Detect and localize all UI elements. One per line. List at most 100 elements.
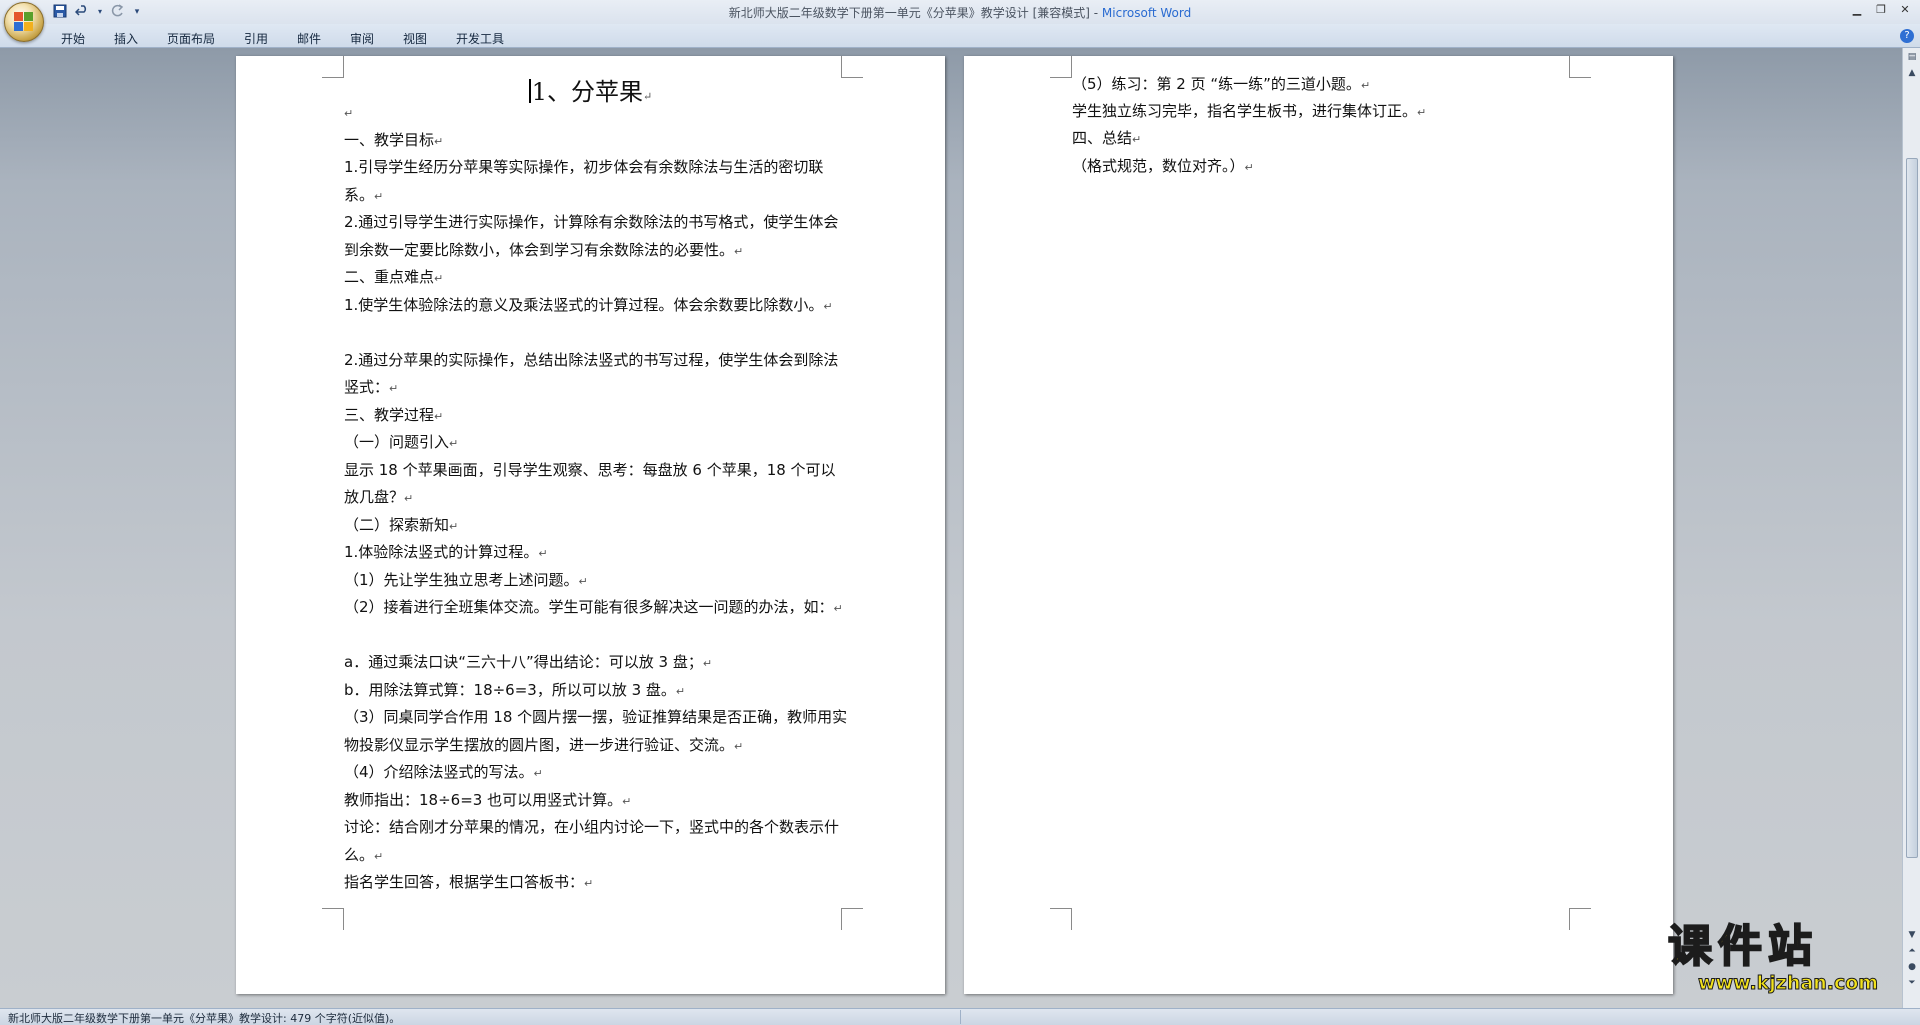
tab-page-layout[interactable]: 页面布局 — [167, 30, 215, 47]
document-paragraph[interactable]: （5）练习：第 2 页 “练一练”的三道小题。↵ — [1072, 71, 1577, 100]
paragraph-mark: ↵ — [734, 244, 744, 258]
document-paragraph[interactable]: 讨论：结合刚才分苹果的情况，在小组内讨论一下，竖式中的各个数表示什么。↵ — [344, 814, 849, 870]
paragraph-text: 学生独立练习完毕，指名学生板书，进行集体订正。 — [1072, 102, 1418, 121]
tab-mailings[interactable]: 邮件 — [297, 30, 321, 47]
document-paragraph[interactable]: 1.引导学生经历分苹果等实际操作，初步体会有余数除法与生活的密切联系。↵ — [344, 154, 849, 210]
paragraph-mark: ↵ — [702, 657, 713, 670]
vertical-scrollbar[interactable]: ▤ ▲ ▼ ⏶ ● ⏷ — [1902, 48, 1920, 1008]
paragraph-mark: ↵ — [434, 409, 444, 423]
document-page-2[interactable]: （5）练习：第 2 页 “练一练”的三道小题。↵ 学生独立练习完毕，指名学生板书，… — [964, 56, 1673, 994]
document-paragraph[interactable]: 学生独立练习完毕，指名学生板书，进行集体订正。↵ — [1072, 98, 1577, 127]
document-paragraph[interactable]: （3）同桌同学合作用 18 个圆片摆一摆，验证推算结果是否正确，教师用实物投影仪… — [344, 704, 849, 760]
document-paragraph[interactable]: 指名学生回答，根据学生口答板书：↵ — [344, 869, 849, 898]
document-paragraph[interactable]: 2.通过引导学生进行实际操作，计算除有余数除法的书写格式，使学生体会到余数一定要… — [344, 209, 849, 265]
status-text: 新北师大版二年级数学下册第一单元《分苹果》教学设计: 479 个字符(近似值)。 — [8, 1012, 401, 1025]
paragraph-mark: ↵ — [622, 794, 632, 808]
tab-home[interactable]: 开始 — [61, 30, 85, 47]
document-paragraph[interactable]: 1.体验除法竖式的计算过程。↵ — [344, 539, 849, 568]
office-logo-icon — [14, 12, 34, 32]
tab-review[interactable]: 审阅 — [350, 30, 374, 47]
margin-corner-mark — [841, 908, 863, 930]
document-paragraph[interactable]: a．通过乘法口诀“三六十八”得出结论：可以放 3 盘；↵ — [344, 649, 849, 678]
document-paragraph[interactable]: 三、教学过程↵ — [344, 402, 849, 431]
paragraph-text: （4）介绍除法竖式的写法。 — [344, 763, 534, 781]
document-paragraph[interactable]: （格式规范，数位对齐。）↵ — [1072, 153, 1577, 182]
paragraph-text: 教师指出：18÷6=3 也可以用竖式计算。 — [344, 790, 623, 809]
paragraph-text: 指名学生回答，根据学生口答板书： — [344, 873, 585, 891]
watermark-url: www.kjzhan.com — [1697, 972, 1879, 995]
status-bar: 新北师大版二年级数学下册第一单元《分苹果》教学设计: 479 个字符(近似值)。 — [0, 1008, 1920, 1025]
paragraph-mark: ↵ — [344, 107, 354, 120]
paragraph-text: 2.通过分苹果的实际操作，总结出除法竖式的书写过程，使学生体会到除法竖式： — [344, 350, 839, 397]
app-name: Microsoft Word — [1101, 6, 1192, 20]
document-paragraph[interactable]: 教师指出：18÷6=3 也可以用竖式计算。↵ — [344, 787, 849, 816]
document-paragraph[interactable]: ↵ — [344, 99, 849, 128]
paragraph-mark: ↵ — [533, 767, 543, 780]
tab-developer[interactable]: 开发工具 — [456, 30, 504, 47]
paragraph-mark: ↵ — [1360, 79, 1371, 92]
tab-view[interactable]: 视图 — [403, 30, 427, 47]
document-paragraph[interactable]: 显示 18 个苹果画面，引导学生观察、思考：每盘放 6 个苹果，18 个可以放几… — [344, 457, 849, 513]
document-workspace: 1、分苹果↵ ↵ 一、教学目标↵ 1.引导学生经历分苹果等实际操作，初步体会有余数除… — [0, 48, 1902, 1008]
paragraph-mark: ↵ — [374, 189, 384, 203]
document-paragraph[interactable]: 1.使学生体验除法的意义及乘法竖式的计算过程。体会余数要比除数小。↵ — [344, 292, 849, 321]
paragraph-mark: ↵ — [449, 437, 459, 450]
next-page-icon[interactable]: ⏷ — [1905, 976, 1919, 990]
document-title: 新北师大版二年级数学下册第一单元《分苹果》教学设计 [兼容模式] - — [728, 6, 1102, 20]
paragraph-text: （二）探索新知 — [344, 515, 450, 534]
paragraph-mark: ↵ — [584, 877, 594, 890]
document-paragraph[interactable]: 一、教学目标↵ — [344, 127, 849, 156]
margin-corner-mark — [322, 908, 344, 930]
document-page-1[interactable]: 1、分苹果↵ ↵ 一、教学目标↵ 1.引导学生经历分苹果等实际操作，初步体会有余数除… — [236, 56, 945, 994]
help-icon[interactable]: ? — [1900, 29, 1914, 43]
scroll-up-icon[interactable]: ▲ — [1905, 66, 1919, 80]
paragraph-text: 二、重点难点 — [344, 268, 435, 286]
paragraph-mark: ↵ — [823, 299, 833, 313]
paragraph-mark: ↵ — [1417, 106, 1427, 120]
document-paragraph[interactable]: 二、重点难点↵ — [344, 264, 849, 293]
ruler-toggle-icon[interactable]: ▤ — [1905, 50, 1919, 64]
paragraph-mark: ↵ — [833, 602, 843, 615]
close-icon[interactable]: ✕ — [1896, 2, 1914, 18]
document-paragraph[interactable]: （二）探索新知↵ — [344, 512, 849, 541]
paragraph-text: （3）同桌同学合作用 18 个圆片摆一摆，验证推算结果是否正确，教师用实物投影仪… — [344, 708, 848, 754]
paragraph-text: 三、教学过程 — [344, 405, 435, 424]
paragraph-mark: ↵ — [389, 382, 399, 395]
document-paragraph[interactable]: b．用除法算式算：18÷6=3，所以可以放 3 盘。↵ — [344, 677, 849, 706]
paragraph-text: （一）问题引入 — [344, 433, 450, 451]
document-paragraph[interactable]: （4）介绍除法竖式的写法。↵ — [344, 759, 849, 788]
minimize-icon[interactable]: ▁ — [1848, 2, 1866, 18]
paragraph-text: a．通过乘法口诀“三六十八”得出结论：可以放 3 盘； — [344, 653, 703, 671]
margin-corner-mark — [1050, 56, 1072, 78]
window-controls: ▁ ❐ ✕ — [1848, 2, 1914, 18]
tab-insert[interactable]: 插入 — [114, 30, 138, 47]
document-paragraph[interactable]: （1）先让学生独立思考上述问题。↵ — [344, 567, 849, 596]
document-paragraph[interactable]: 四、总结↵ — [1072, 125, 1577, 154]
document-paragraph[interactable]: （一）问题引入↵ — [344, 429, 849, 458]
paragraph-text: b．用除法算式算：18÷6=3，所以可以放 3 盘。 — [344, 680, 676, 699]
scroll-down-icon[interactable]: ▼ — [1905, 928, 1919, 942]
document-paragraph[interactable]: 2.通过分苹果的实际操作，总结出除法竖式的书写过程，使学生体会到除法竖式：↵ — [344, 347, 849, 403]
paragraph-mark: ↵ — [1244, 160, 1254, 174]
paragraph-text: 1.使学生体验除法的意义及乘法竖式的计算过程。体会余数要比除数小。 — [344, 295, 824, 314]
watermark-text: 课件站 — [1667, 921, 1818, 973]
scroll-thumb[interactable] — [1906, 158, 1918, 858]
watermark-logo: 课件站 www.kjzhan.com — [1667, 921, 1900, 1000]
paragraph-text: 1.体验除法竖式的计算过程。 — [344, 543, 539, 561]
document-paragraph[interactable]: （2）接着进行全班集体交流。学生可能有很多解决这一问题的办法，如：↵ — [344, 594, 849, 623]
paragraph-mark: ↵ — [434, 272, 444, 285]
office-button[interactable] — [4, 2, 44, 42]
previous-page-icon[interactable]: ⏶ — [1905, 944, 1919, 958]
paragraph-text: 讨论：结合刚才分苹果的情况，在小组内讨论一下，竖式中的各个数表示什么。 — [344, 818, 840, 864]
paragraph-mark: ↵ — [404, 492, 414, 505]
tab-references[interactable]: 引用 — [244, 30, 268, 47]
paragraph-mark: ↵ — [578, 574, 588, 588]
title-bar: ▾ ▾ 新北师大版二年级数学下册第一单元《分苹果》教学设计 [兼容模式] - M… — [0, 0, 1920, 24]
restore-icon[interactable]: ❐ — [1872, 2, 1890, 18]
select-browse-object-icon[interactable]: ● — [1905, 960, 1919, 974]
paragraph-mark: ↵ — [1132, 133, 1142, 147]
paragraph-mark: ↵ — [374, 849, 384, 863]
paragraph-text: （5）练习：第 2 页 “练一练”的三道小题。 — [1072, 75, 1361, 93]
paragraph-text: 一、教学目标 — [344, 130, 435, 149]
paragraph-mark: ↵ — [449, 519, 459, 533]
